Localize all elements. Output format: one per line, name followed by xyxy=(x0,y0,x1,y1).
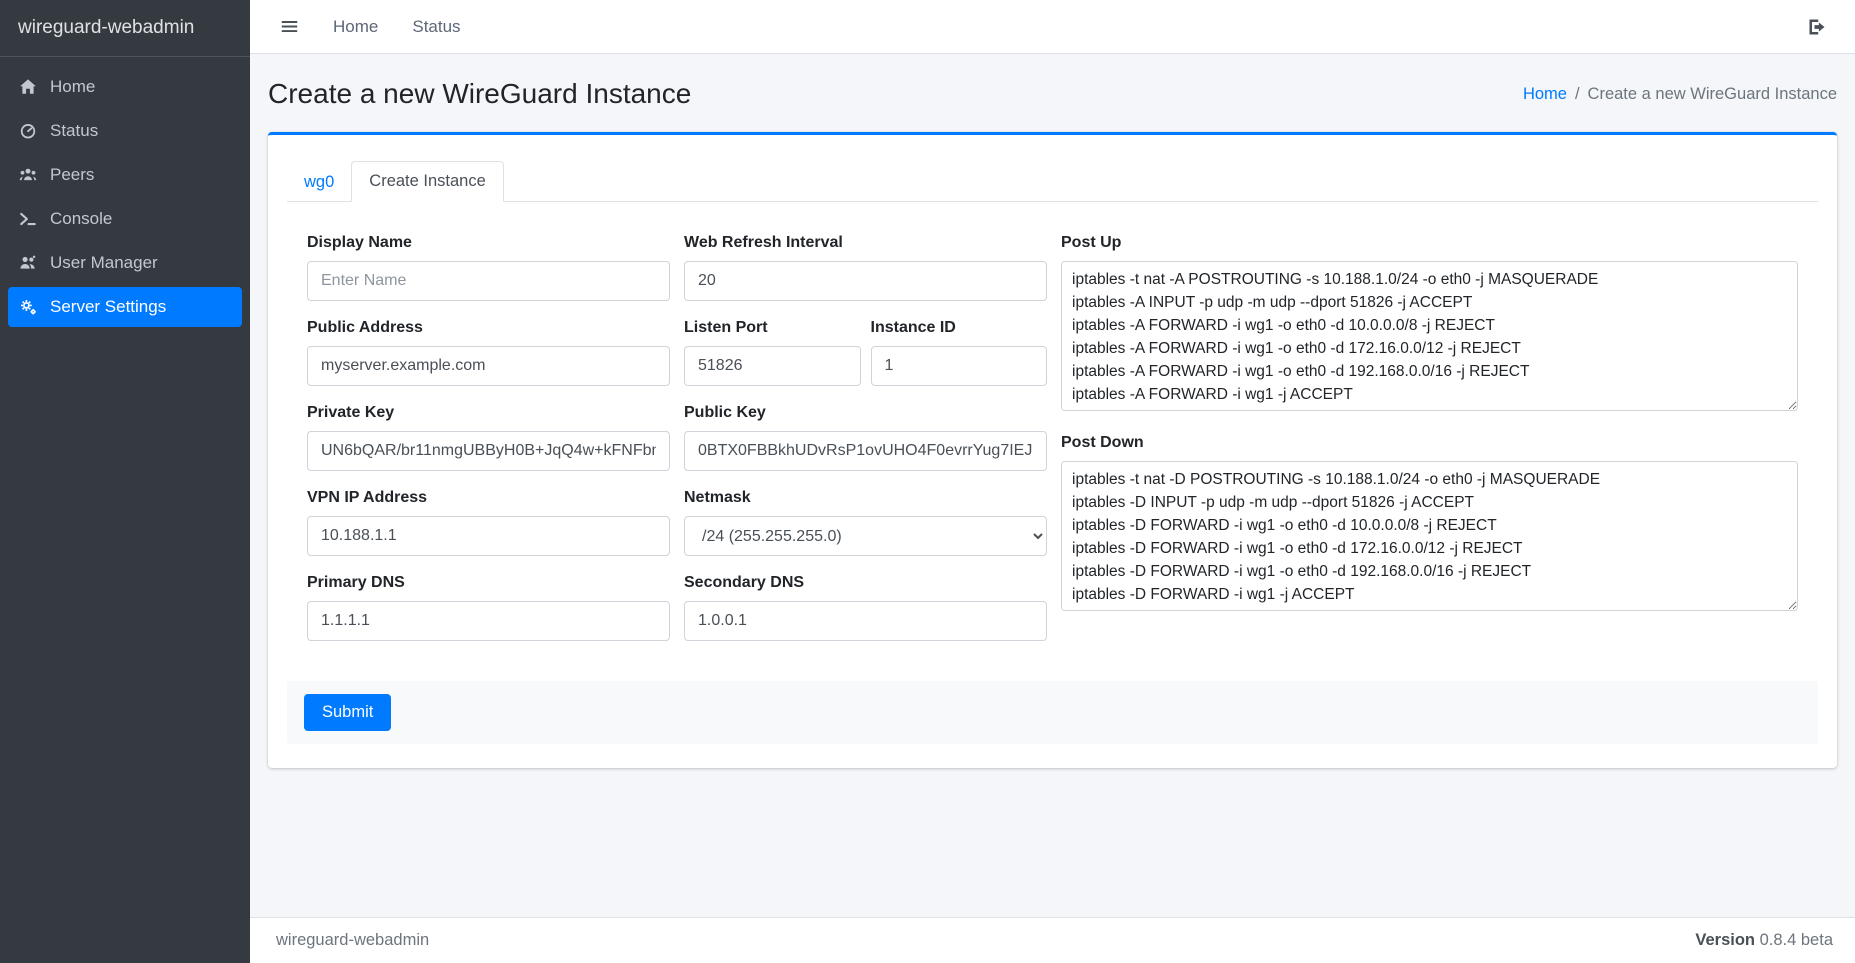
app-window: wireguard-webadmin Home Status Peers xyxy=(0,0,1855,963)
listen-port-instance-id-row: Listen Port Instance ID xyxy=(684,319,1047,386)
instance-tabs: wg0 Create Instance xyxy=(287,161,1818,202)
topnav-link-home[interactable]: Home xyxy=(333,17,378,37)
footer-version: Version 0.8.4 beta xyxy=(1695,931,1833,950)
user-manager-icon xyxy=(17,254,39,272)
primary-dns-group: Primary DNS xyxy=(307,574,670,641)
private-key-group: Private Key xyxy=(307,404,670,471)
post-up-label: Post Up xyxy=(1061,234,1798,252)
sidebar-item-label: Server Settings xyxy=(50,297,166,317)
listen-port-field[interactable] xyxy=(684,346,861,386)
footer-version-value: 0.8.4 beta xyxy=(1760,931,1833,949)
sidebar-item-peers[interactable]: Peers xyxy=(8,155,242,195)
topnav-link-status[interactable]: Status xyxy=(412,17,460,37)
form-grid: Display Name Public Address Private Key xyxy=(307,234,1798,659)
primary-dns-label: Primary DNS xyxy=(307,574,670,592)
logout-icon[interactable] xyxy=(1807,17,1827,37)
breadcrumb-home-link[interactable]: Home xyxy=(1523,85,1567,104)
post-up-group: Post Up iptables -t nat -A POSTROUTING -… xyxy=(1061,234,1798,416)
submit-button[interactable]: Submit xyxy=(304,694,391,731)
form-column-2: Web Refresh Interval Listen Port Insta xyxy=(684,234,1047,659)
secondary-dns-group: Secondary DNS xyxy=(684,574,1047,641)
netmask-group: Netmask /24 (255.255.255.0) xyxy=(684,489,1047,556)
server-settings-icon xyxy=(17,298,39,316)
listen-port-group: Listen Port xyxy=(684,319,861,386)
display-name-label: Display Name xyxy=(307,234,670,252)
sidebar-item-label: Status xyxy=(50,121,98,141)
post-down-group: Post Down iptables -t nat -D POSTROUTING… xyxy=(1061,434,1798,616)
display-name-group: Display Name xyxy=(307,234,670,301)
breadcrumb-separator: / xyxy=(1575,85,1580,104)
sidebar-item-label: User Manager xyxy=(50,253,158,273)
footer-version-label: Version xyxy=(1695,931,1755,949)
public-address-group: Public Address xyxy=(307,319,670,386)
create-instance-card: wg0 Create Instance Display Name Public … xyxy=(268,132,1837,768)
sidebar-item-console[interactable]: Console xyxy=(8,199,242,239)
tab-create-instance[interactable]: Create Instance xyxy=(351,161,503,202)
display-name-field[interactable] xyxy=(307,261,670,301)
public-address-label: Public Address xyxy=(307,319,670,337)
vpn-ip-group: VPN IP Address xyxy=(307,489,670,556)
sidebar-item-status[interactable]: Status xyxy=(8,111,242,151)
sidebar-brand: wireguard-webadmin xyxy=(0,0,250,57)
main-area: Home Status Create a new WireGuard Insta… xyxy=(250,0,1855,963)
sidebar-item-label: Peers xyxy=(50,165,94,185)
sidebar-item-user-manager[interactable]: User Manager xyxy=(8,243,242,283)
netmask-label: Netmask xyxy=(684,489,1047,507)
page-footer: wireguard-webadmin Version 0.8.4 beta xyxy=(250,917,1855,963)
netmask-select[interactable]: /24 (255.255.255.0) xyxy=(684,516,1047,556)
instance-id-group: Instance ID xyxy=(871,319,1048,386)
public-key-field[interactable] xyxy=(684,431,1047,471)
console-icon xyxy=(17,210,39,228)
home-icon xyxy=(17,78,39,96)
post-down-label: Post Down xyxy=(1061,434,1798,452)
top-navbar: Home Status xyxy=(250,0,1855,54)
secondary-dns-label: Secondary DNS xyxy=(684,574,1047,592)
secondary-dns-field[interactable] xyxy=(684,601,1047,641)
form-column-3: Post Up iptables -t nat -A POSTROUTING -… xyxy=(1061,234,1798,634)
sidebar-item-server-settings[interactable]: Server Settings xyxy=(8,287,242,327)
post-down-textarea[interactable]: iptables -t nat -D POSTROUTING -s 10.188… xyxy=(1061,461,1798,611)
sidebar-item-label: Console xyxy=(50,209,112,229)
public-address-field[interactable] xyxy=(307,346,670,386)
private-key-field[interactable] xyxy=(307,431,670,471)
instance-id-label: Instance ID xyxy=(871,319,1048,337)
content-header: Create a new WireGuard Instance Home / C… xyxy=(250,54,1855,110)
web-refresh-interval-field[interactable] xyxy=(684,261,1047,301)
sidebar: wireguard-webadmin Home Status Peers xyxy=(0,0,250,963)
instance-form: Display Name Public Address Private Key xyxy=(268,202,1837,659)
web-refresh-interval-group: Web Refresh Interval xyxy=(684,234,1047,301)
listen-port-label: Listen Port xyxy=(684,319,861,337)
page-title: Create a new WireGuard Instance xyxy=(268,78,691,110)
private-key-label: Private Key xyxy=(307,404,670,422)
post-up-textarea[interactable]: iptables -t nat -A POSTROUTING -s 10.188… xyxy=(1061,261,1798,411)
hamburger-menu-icon[interactable] xyxy=(280,17,299,36)
sidebar-item-label: Home xyxy=(50,77,95,97)
status-icon xyxy=(17,122,39,140)
web-refresh-interval-label: Web Refresh Interval xyxy=(684,234,1047,252)
breadcrumb-current: Create a new WireGuard Instance xyxy=(1588,85,1837,104)
form-column-1: Display Name Public Address Private Key xyxy=(307,234,670,659)
public-key-label: Public Key xyxy=(684,404,1047,422)
vpn-ip-field[interactable] xyxy=(307,516,670,556)
peers-icon xyxy=(17,166,39,184)
footer-brand: wireguard-webadmin xyxy=(276,931,429,950)
breadcrumb: Home / Create a new WireGuard Instance xyxy=(1523,85,1837,104)
instance-id-field[interactable] xyxy=(871,346,1048,386)
vpn-ip-label: VPN IP Address xyxy=(307,489,670,507)
sidebar-nav: Home Status Peers Console xyxy=(0,57,250,341)
tab-wg0[interactable]: wg0 xyxy=(287,163,351,202)
form-actions: Submit xyxy=(287,681,1818,744)
public-key-group: Public Key xyxy=(684,404,1047,471)
sidebar-item-home[interactable]: Home xyxy=(8,67,242,107)
primary-dns-field[interactable] xyxy=(307,601,670,641)
